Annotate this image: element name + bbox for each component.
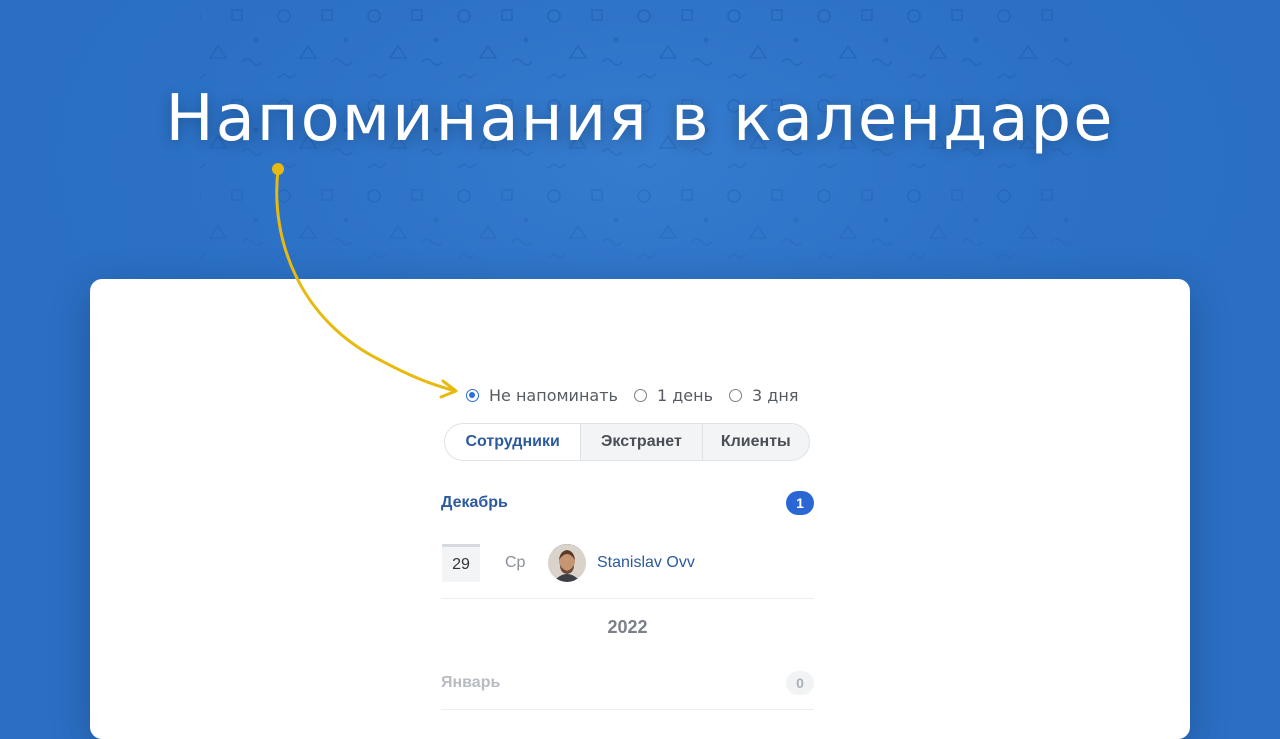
count-badge: 1 [786,491,814,515]
avatar[interactable] [548,544,586,582]
reminder-option-none[interactable]: Не напоминать [466,386,618,405]
year-label: 2022 [607,617,648,637]
audience-tabs: Сотрудники Экстранет Клиенты [444,423,810,461]
reminder-option-3days[interactable]: 3 дня [729,386,798,405]
reminder-option-label: 3 дня [752,385,799,405]
radio-unchecked-icon[interactable] [729,388,743,402]
tab-employees[interactable]: Сотрудники [445,424,581,460]
radio-unchecked-icon[interactable] [633,388,647,402]
page-title: Напоминания в календаре [165,82,1115,156]
tab-clients[interactable]: Клиенты [701,424,809,460]
month-name: Декабрь [441,494,508,511]
reminder-options: Не напоминать 1 день 3 дня [466,383,814,407]
weekday-label: Ср [505,554,526,571]
reminder-option-label: 1 день [656,385,714,405]
radio-checked-icon[interactable] [466,388,479,402]
date-tile: 29 [442,544,480,582]
person-link[interactable]: Stanislav Ovv [597,554,695,572]
month-header-january[interactable]: Январь 0 [441,668,814,698]
month-header-december[interactable]: Декабрь 1 [441,488,814,518]
reminder-option-1day[interactable]: 1 день [633,385,714,405]
tab-extranet[interactable]: Экстранет [580,424,701,460]
divider [441,709,814,710]
reminder-option-label: Не напоминать [489,385,618,405]
month-name: Январь [441,674,501,691]
event-row[interactable]: 29 Ср Stanislav Ovv [441,540,814,599]
count-badge: 0 [786,671,814,695]
